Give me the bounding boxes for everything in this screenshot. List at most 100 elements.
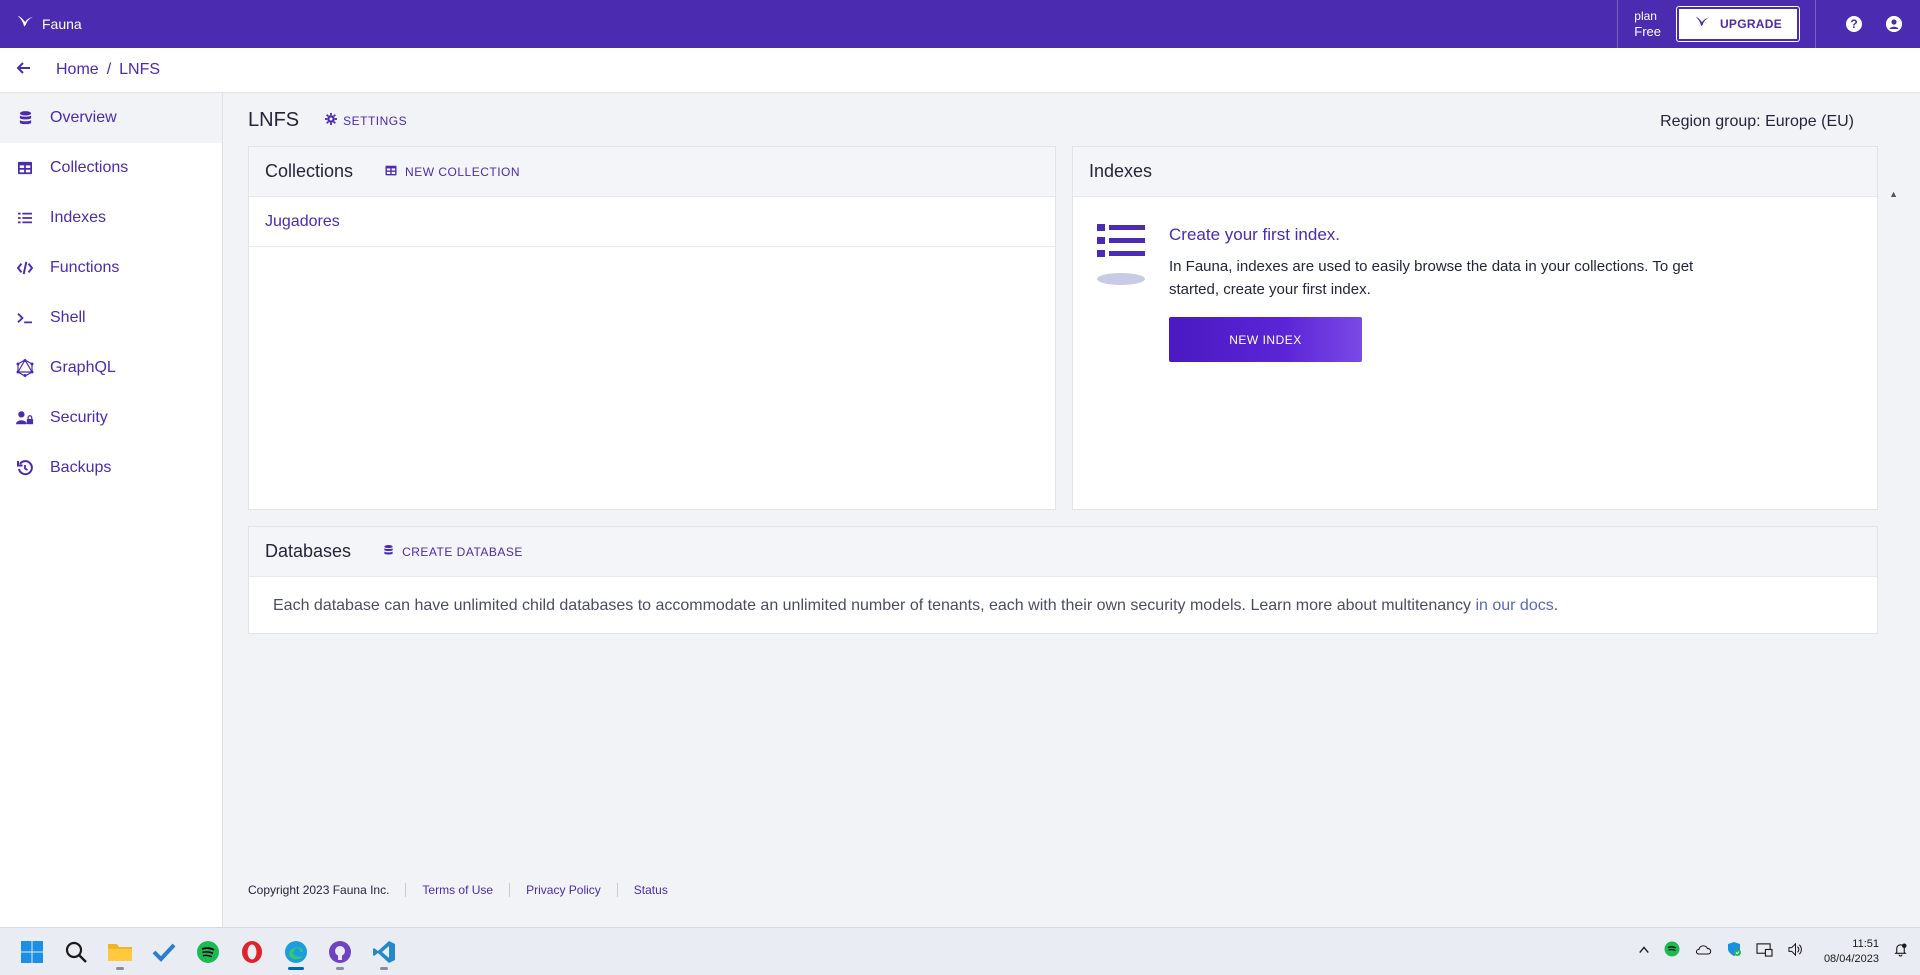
footer: Copyright 2023 Fauna Inc. Terms of Use P…: [248, 883, 684, 897]
edge-icon[interactable]: [274, 932, 318, 972]
top-bar: Fauna plan Free UPGRADE ?: [0, 0, 1920, 48]
settings-label: SETTINGS: [343, 113, 408, 128]
breadcrumb-bar: Home / LNFS: [0, 48, 1920, 93]
volume-icon[interactable]: [1787, 942, 1804, 962]
clock-time: 11:51: [1852, 937, 1879, 950]
notification-bell-icon[interactable]: [1893, 942, 1908, 962]
upgrade-label: UPGRADE: [1719, 17, 1783, 31]
index-empty-heading: Create your first index.: [1169, 225, 1341, 244]
help-icon[interactable]: ?: [1846, 16, 1862, 32]
databases-description: Each database can have unlimited child d…: [249, 577, 1877, 615]
sidebar-item-security[interactable]: Security: [0, 393, 222, 443]
users-lock-icon: [16, 409, 34, 427]
sidebar-item-label: Shell: [50, 309, 86, 326]
table-icon: [16, 159, 34, 177]
region-group: Region group: Europe (EU): [1660, 113, 1854, 130]
database-icon: [16, 109, 34, 127]
breadcrumb-separator: /: [106, 61, 112, 78]
page-title: LNFS: [248, 109, 300, 131]
sidebar-item-label: Backups: [50, 459, 112, 476]
breadcrumb-current[interactable]: LNFS: [119, 61, 160, 79]
breadcrumb-home[interactable]: Home: [56, 61, 99, 79]
settings-link[interactable]: SETTINGS: [325, 113, 407, 128]
index-empty-text: In Fauna, indexes are used to easily bro…: [1169, 258, 1694, 298]
databases-text: Each database can have unlimited child d…: [273, 597, 1476, 614]
sidebar-item-functions[interactable]: Functions: [0, 243, 222, 293]
chevron-up-icon[interactable]: [1638, 943, 1650, 961]
copyright: Copyright 2023 Fauna Inc.: [248, 883, 390, 897]
todo-icon[interactable]: [142, 932, 186, 972]
breadcrumb: Home / LNFS: [56, 61, 160, 79]
fauna-logo-icon: [1694, 15, 1710, 34]
security-shield-icon[interactable]: [1726, 941, 1742, 962]
github-desktop-icon[interactable]: [318, 932, 362, 972]
sidebar-item-label: Security: [50, 409, 108, 426]
create-database-label: CREATE DATABASE: [402, 544, 523, 559]
indexes-panel: Indexes Create your first index. In Faun…: [1072, 146, 1878, 510]
brand[interactable]: Fauna: [16, 14, 82, 35]
code-icon: [16, 259, 34, 277]
system-clock[interactable]: 11:51 08/04/2023: [1824, 937, 1879, 967]
taskbar: 11:51 08/04/2023: [0, 927, 1920, 975]
search-icon[interactable]: [54, 932, 98, 972]
databases-panel: Databases CREATE DATABASE Each database …: [248, 526, 1878, 634]
windows-start-icon[interactable]: [10, 932, 54, 972]
databases-trailing: .: [1553, 597, 1559, 614]
terms-link[interactable]: Terms of Use: [405, 883, 509, 897]
sidebar-item-graphql[interactable]: GraphQL: [0, 343, 222, 393]
sidebar-item-overview[interactable]: Overview: [0, 93, 222, 143]
spotify-tray-icon[interactable]: [1664, 941, 1680, 962]
history-icon: [16, 459, 34, 477]
taskbar-running-indicator: [336, 966, 344, 970]
spotify-icon[interactable]: [186, 932, 230, 972]
index-list-illustration-icon: [1097, 221, 1147, 362]
sidebar-item-label: Collections: [50, 159, 129, 176]
plan-value: Free: [1634, 24, 1661, 39]
opera-icon[interactable]: [230, 932, 274, 972]
docs-link[interactable]: in our docs: [1475, 597, 1553, 614]
new-collection-button[interactable]: NEW COLLECTION: [385, 165, 520, 179]
databases-title: Databases: [265, 541, 352, 561]
collections-title: Collections: [265, 161, 354, 181]
list-icon: [16, 209, 34, 227]
sidebar: Overview Collections Indexes Functions S…: [0, 93, 223, 927]
main-content: LNFS SETTINGS Region group: Europe (EU) …: [224, 93, 1900, 975]
taskbar-running-indicator: [380, 966, 388, 970]
cloud-icon[interactable]: [1694, 943, 1712, 961]
user-account-icon[interactable]: [1886, 16, 1902, 32]
brand-name: Fauna: [42, 16, 82, 32]
scroll-up-arrow-icon[interactable]: ▲: [1889, 189, 1898, 199]
database-icon: [383, 544, 394, 559]
upgrade-button[interactable]: UPGRADE: [1676, 6, 1800, 42]
sidebar-item-label: Indexes: [50, 209, 107, 226]
table-icon: [385, 165, 397, 179]
sidebar-item-label: Overview: [50, 109, 117, 126]
sidebar-item-collections[interactable]: Collections: [0, 143, 222, 193]
sidebar-item-label: Functions: [50, 259, 120, 276]
new-index-button[interactable]: NEW INDEX: [1169, 317, 1362, 362]
status-link[interactable]: Status: [616, 883, 684, 897]
sidebar-item-label: GraphQL: [50, 359, 116, 376]
privacy-link[interactable]: Privacy Policy: [509, 883, 617, 897]
collections-panel: Collections NEW COLLECTION Jugadores: [248, 146, 1056, 510]
system-tray: 11:51 08/04/2023: [1638, 937, 1920, 967]
indexes-title: Indexes: [1089, 161, 1153, 181]
taskbar-running-indicator: [116, 966, 124, 970]
taskbar-active-indicator: [288, 966, 304, 970]
terminal-icon: [16, 309, 34, 327]
plan-label: plan: [1634, 9, 1657, 23]
sidebar-item-backups[interactable]: Backups: [0, 443, 222, 493]
network-icon[interactable]: [1756, 942, 1773, 962]
graphql-icon: [16, 359, 34, 377]
create-database-button[interactable]: CREATE DATABASE: [383, 544, 523, 559]
new-collection-label: NEW COLLECTION: [405, 164, 521, 179]
fauna-logo-icon: [16, 14, 34, 35]
plan-info: plan Free: [1634, 8, 1661, 40]
back-arrow-icon[interactable]: [16, 60, 40, 81]
sidebar-item-indexes[interactable]: Indexes: [0, 193, 222, 243]
file-explorer-icon[interactable]: [98, 932, 142, 972]
clock-date: 08/04/2023: [1823, 952, 1879, 965]
vscode-icon[interactable]: [362, 932, 406, 972]
sidebar-item-shell[interactable]: Shell: [0, 293, 222, 343]
collection-item[interactable]: Jugadores: [249, 197, 1055, 247]
